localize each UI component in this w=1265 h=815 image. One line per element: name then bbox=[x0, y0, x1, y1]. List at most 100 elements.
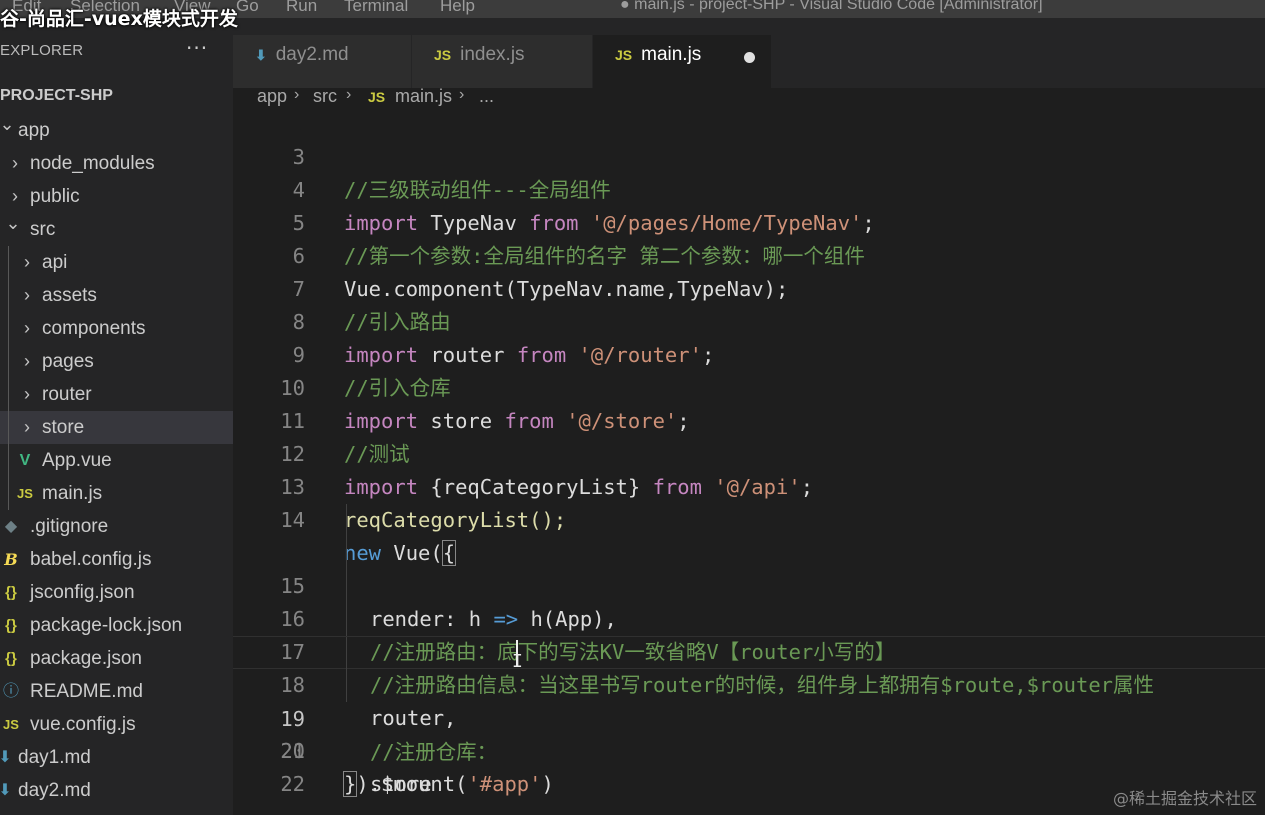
punctuation: ) bbox=[541, 772, 554, 796]
code-line[interactable]: 18 router, bbox=[233, 603, 1265, 730]
tree-item-router[interactable]: › router bbox=[0, 378, 233, 411]
tree-item-label: store bbox=[42, 417, 85, 438]
current-code-line[interactable]: 19 //注册仓库： bbox=[233, 636, 1265, 764]
tree-item-node-modules[interactable]: › node_modules bbox=[0, 147, 233, 180]
chevron-right-icon: › bbox=[24, 351, 30, 371]
breadcrumb-app[interactable]: app bbox=[257, 86, 287, 107]
markdown-icon: ⬇ bbox=[255, 47, 267, 63]
breadcrumb-symbol[interactable]: ... bbox=[479, 86, 494, 107]
markdown-file-icon: ⬇ bbox=[0, 749, 12, 766]
watermark: @稀土掘金技术社区 bbox=[1112, 789, 1257, 808]
tree-item-app-vue[interactable]: V App.vue bbox=[0, 444, 233, 477]
tree-item-day1-md[interactable]: ⬇ day1.md bbox=[0, 741, 233, 774]
menu-terminal[interactable]: Terminal bbox=[344, 0, 408, 16]
code-line[interactable]: 21 }).$mount('#app') bbox=[233, 702, 1265, 797]
indent-guide bbox=[8, 279, 9, 312]
code-line[interactable]: 6 Vue.component(TypeNav.name,TypeNav); bbox=[233, 207, 1265, 301]
code-line[interactable]: 3 //三级联动组件---全局组件 bbox=[233, 110, 1265, 202]
tree-item-label: babel.config.js bbox=[30, 549, 152, 570]
code-line[interactable]: 10 import store from '@/store'; bbox=[233, 339, 1265, 433]
tree-item-public[interactable]: › public bbox=[0, 180, 233, 213]
code-line[interactable]: 7 //引入路由 bbox=[233, 240, 1265, 334]
window-title: ● main.js - project-SHP - Visual Studio … bbox=[620, 0, 1043, 13]
chevron-right-icon: › bbox=[24, 318, 30, 338]
indent-guide bbox=[8, 312, 9, 345]
indent-guide bbox=[8, 378, 9, 411]
indent-guide bbox=[346, 603, 347, 636]
tree-item-vue-config-js[interactable]: JS vue.config.js bbox=[0, 708, 233, 741]
code-line[interactable]: 8 import router from '@/router'; bbox=[233, 273, 1265, 367]
tree-item-src[interactable]: ⌄ src bbox=[0, 213, 233, 246]
string: '#app' bbox=[467, 772, 542, 796]
chevron-down-icon: ⌄ bbox=[5, 213, 21, 233]
code-line[interactable]: 5 //第一个参数:全局组件的名字 第二个参数：哪一个组件 bbox=[233, 174, 1265, 268]
menu-go[interactable]: Go bbox=[236, 0, 259, 16]
tab-main-js[interactable]: JS main.js bbox=[593, 35, 772, 88]
menu-help[interactable]: Help bbox=[440, 0, 475, 16]
unsaved-dot-icon[interactable] bbox=[744, 52, 755, 63]
indent-guide bbox=[346, 504, 347, 537]
tree-item-label: vue.config.js bbox=[30, 714, 136, 735]
code-line[interactable]: 22 bbox=[233, 735, 1265, 796]
project-folder-header[interactable]: PROJECT-SHP bbox=[0, 87, 113, 105]
tab-bar: ⬇ day2.md JS index.js JS main.js bbox=[233, 18, 1265, 88]
tree-item-label: day1.md bbox=[18, 747, 91, 768]
tree-item-readme-md[interactable]: ⓘ README.md bbox=[0, 675, 233, 708]
code-editor[interactable]: 3 //三级联动组件---全局组件 4 import TypeNav from … bbox=[233, 110, 1265, 815]
explorer-header: EXPLORER bbox=[0, 42, 84, 59]
tree-item-label: main.js bbox=[42, 483, 103, 504]
tree-item-label: assets bbox=[42, 285, 97, 306]
indent-guide bbox=[346, 537, 347, 570]
menu-run[interactable]: Run bbox=[286, 0, 317, 16]
code-line[interactable]: 14 new Vue({ bbox=[233, 471, 1265, 566]
code-line[interactable]: 20 store bbox=[233, 669, 1265, 796]
video-overlay-title: 谷-尚品汇-vuex模块式开发 bbox=[0, 8, 238, 30]
tab-day2-md[interactable]: ⬇ day2.md bbox=[233, 35, 412, 88]
tree-item--gitignore[interactable]: ◆ .gitignore bbox=[0, 510, 233, 543]
tree-item-package-lock-json[interactable]: {} package-lock.json bbox=[0, 609, 233, 642]
code-line[interactable]: 11 //测试 bbox=[233, 372, 1265, 466]
indent-guide bbox=[8, 411, 9, 444]
tree-item-app[interactable]: ⌄ app bbox=[0, 114, 233, 147]
tree-item-package-json[interactable]: {} package.json bbox=[0, 642, 233, 675]
code-line[interactable]: 12 import {reqCategoryList} from '@/api'… bbox=[233, 405, 1265, 499]
breadcrumb: app › src › JS main.js › ... bbox=[233, 86, 1265, 110]
tree-item-label: node_modules bbox=[30, 153, 155, 174]
code-line[interactable]: 16 //注册路由：底下的写法KV一致省略V【router小写的】 bbox=[233, 537, 1265, 664]
js-file-icon: JS bbox=[3, 717, 19, 732]
js-file-icon: JS bbox=[17, 486, 33, 501]
indent-guide bbox=[346, 637, 347, 670]
code-line[interactable]: 15 render: h => h(App), bbox=[233, 504, 1265, 631]
code-line[interactable]: 17 //注册路由信息：当这里书写router的时候，组件身上都拥有$route… bbox=[233, 570, 1265, 697]
tree-item-label: router bbox=[42, 384, 92, 405]
tree-item-label: App.vue bbox=[42, 450, 112, 471]
indent-guide bbox=[8, 477, 9, 510]
json-file-icon: {} bbox=[5, 584, 17, 601]
breadcrumb-src[interactable]: src bbox=[313, 86, 337, 107]
tree-item-babel-config-js[interactable]: Bbabel.config.js bbox=[0, 543, 233, 576]
breadcrumb-main-js[interactable]: main.js bbox=[395, 86, 452, 107]
tree-item-day2-md[interactable]: ⬇ day2.md bbox=[0, 774, 233, 807]
identifier: ).$mount( bbox=[356, 772, 468, 796]
code-line[interactable]: 4 import TypeNav from '@/pages/Home/Type… bbox=[233, 141, 1265, 235]
tree-item-label: .gitignore bbox=[30, 516, 109, 537]
tree-item-jsconfig-json[interactable]: {} jsconfig.json bbox=[0, 576, 233, 609]
chevron-right-icon: › bbox=[24, 252, 30, 272]
code-line[interactable]: 9 //引入仓库 bbox=[233, 306, 1265, 400]
tree-item-assets[interactable]: › assets bbox=[0, 279, 233, 312]
git-file-icon: ◆ bbox=[4, 518, 18, 535]
tree-item-store[interactable]: › store bbox=[0, 411, 233, 444]
tree-item-main-js[interactable]: JS main.js bbox=[0, 477, 233, 510]
more-actions-icon[interactable]: ··· bbox=[186, 36, 208, 60]
tab-index-js[interactable]: JS index.js bbox=[412, 35, 593, 88]
tree-item-api[interactable]: › api bbox=[0, 246, 233, 279]
code-line[interactable]: 13 reqCategoryList(); bbox=[233, 438, 1265, 532]
markdown-file-icon: ⬇ bbox=[0, 782, 12, 799]
tab-label: main.js bbox=[641, 44, 702, 65]
tree-item-components[interactable]: › components bbox=[0, 312, 233, 345]
chevron-right-icon: › bbox=[24, 384, 30, 404]
tree-item-pages[interactable]: › pages bbox=[0, 345, 233, 378]
tree-item-label: src bbox=[30, 219, 56, 240]
explorer-sidebar: EXPLORER ··· PROJECT-SHP ⌄ app › node_modul… bbox=[0, 18, 233, 815]
tree-item-label: pages bbox=[42, 351, 94, 372]
